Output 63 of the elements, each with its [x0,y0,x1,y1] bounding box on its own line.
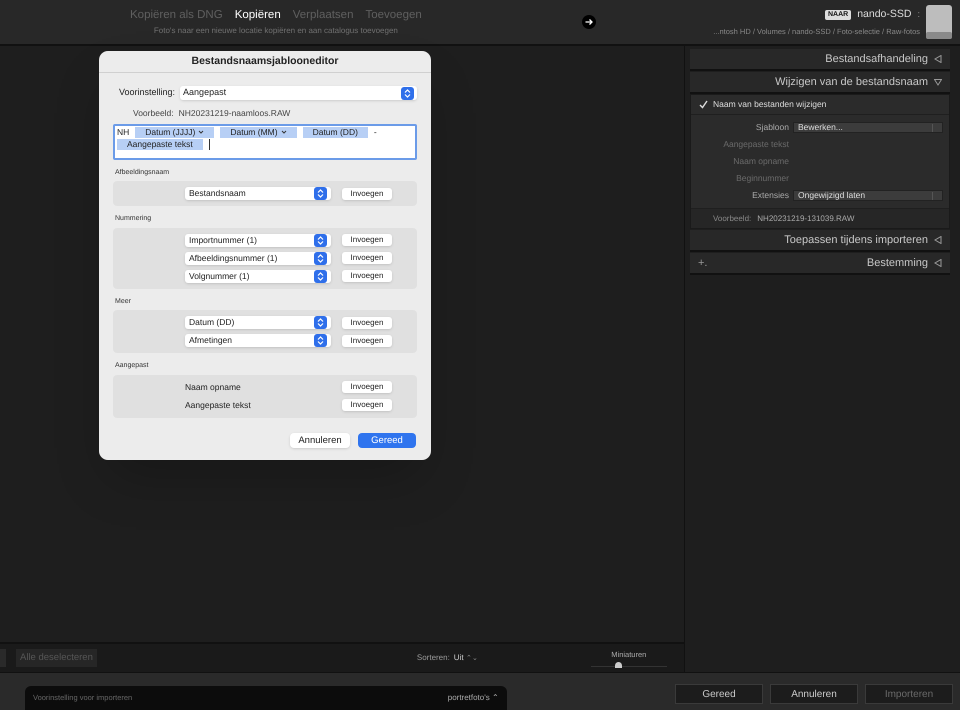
token-select[interactable]: Afbeeldingsnummer (1) [185,252,331,265]
template-token[interactable]: Datum (MM) [220,126,297,138]
destination-caret[interactable]: : [917,8,920,22]
insert-button[interactable]: Invoegen [342,334,392,347]
field-label: Naam opname [732,155,789,168]
template-text: - [374,126,377,138]
panel-title: Toepassen tijdens importeren [784,232,928,248]
token-select[interactable]: Afmetingen [185,334,331,348]
token-select[interactable]: Bestandsnaam [185,187,331,200]
panel-header[interactable]: Wijzigen van de bestandsnaam [690,72,950,92]
mode-description: Foto's naar een nieuwe locatie kopiëren en aan catalogus toevoegen [154,24,398,37]
done-button[interactable]: Gereed [358,432,416,448]
insert-button[interactable]: Invoegen [342,252,392,264]
import-preset-value: portretfoto's ⌃ [448,692,499,704]
insert-button[interactable]: Invoegen [342,234,392,246]
panel-header[interactable]: +. Bestemming [690,253,950,273]
panel-title: Bestandsafhandeling [825,52,928,67]
example-label: Voorbeeld: [713,212,752,224]
token-label: Aangepaste tekst [185,398,251,412]
example-value: NH20231219-naamloos.RAW [178,107,290,120]
panel-title: Wijzigen van de bestandsnaam [775,74,928,90]
slider-thumb[interactable] [615,662,622,668]
panel-title: Bestemming [866,256,928,271]
example-value: NH20231219-131039.RAW [757,212,854,224]
template-token[interactable]: Aangepaste tekst [117,138,203,150]
drive-icon [924,4,954,40]
add-text[interactable]: +. [698,254,708,272]
token-label: Naam opname [185,380,241,394]
template-token[interactable]: Datum (JJJJ) [135,126,214,138]
panel-header[interactable]: Toepassen tijdens importeren [690,230,950,250]
insert-button[interactable]: Invoegen [342,399,392,412]
insert-button[interactable]: Invoegen [342,381,392,394]
field-label: Beginnummer [735,172,789,185]
field-label: Extensies [751,189,789,202]
panel-select[interactable]: Ongewijzigd laten [793,190,943,201]
panel-header[interactable]: Bestandsafhandeling [690,49,950,69]
template-field[interactable]: NH Datum (JJJJ) Datum (MM) Datum (DD) - Aangepaste tekst [113,124,417,160]
example-label: Voorbeeld: [133,107,174,120]
chevron-icon [280,130,287,134]
arrow-right-icon [582,15,596,29]
token-select[interactable]: Volgnummer (1) [185,270,331,283]
panel-select[interactable]: Bewerken... [793,122,943,133]
mode-tab[interactable]: Kopiëren [234,7,281,25]
preset-select[interactable]: Aangepast [180,86,417,100]
footer-button[interactable]: Annuleren [770,684,858,704]
template-token[interactable]: Datum (DD) [302,126,368,138]
preset-label: Voorinstelling: [119,86,176,100]
sort-label: Sorteren: [416,652,450,664]
token-select[interactable]: Datum (DD) [185,316,331,330]
checkbox-label: Naam van bestanden wijzigen [713,98,826,111]
chevron-icon [198,130,204,134]
token-select[interactable]: Importnummer (1) [185,234,331,247]
checkbox[interactable] [699,100,708,109]
insert-button[interactable]: Invoegen [342,316,392,329]
insert-button[interactable]: Invoegen [342,270,392,282]
field-label: Sjabloon [754,121,789,134]
destination-name[interactable]: nando-SSD [857,7,912,23]
cancel-button[interactable]: Annuleren [290,432,350,448]
footer-button[interactable]: Gereed [675,684,763,704]
field-label: Aangepaste tekst [722,138,789,151]
dialog-title: Bestandsnaamsjablooneditor [191,54,339,69]
insert-button[interactable]: Invoegen [342,188,392,200]
template-text: NH [117,126,130,138]
